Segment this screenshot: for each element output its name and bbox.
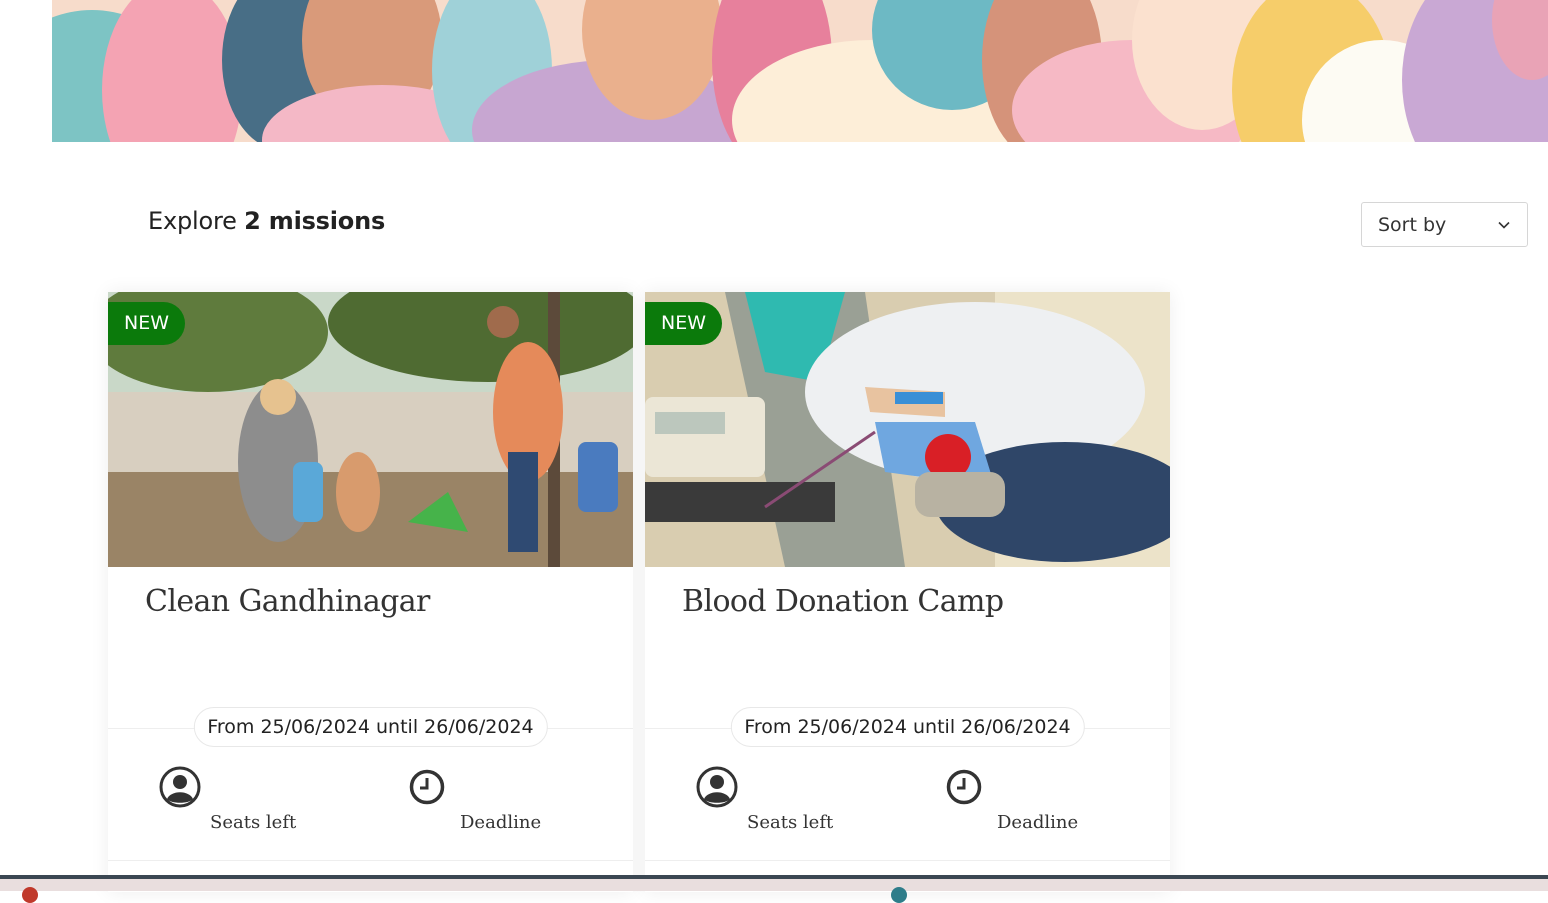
mission-card[interactable]: NEW Blood Donation Camp From 25/06/2024 …: [645, 292, 1170, 892]
mission-date-range: From 25/06/2024 until 26/06/2024: [193, 707, 548, 747]
deadline-label: Deadline: [460, 812, 542, 833]
seats-left-label: Seats left: [747, 812, 834, 833]
user-icon: [159, 766, 201, 808]
app-icon[interactable]: [22, 887, 38, 903]
mission-card[interactable]: NEW Clean Gandhinagar From 25/06/2024 un…: [108, 292, 633, 892]
mission-title[interactable]: Blood Donation Camp: [682, 584, 1004, 619]
new-badge: NEW: [108, 302, 186, 345]
sort-by-dropdown[interactable]: Sort by: [1361, 202, 1528, 247]
divider: [108, 860, 633, 861]
mission-title[interactable]: Clean Gandhinagar: [145, 584, 430, 619]
divider: [645, 860, 1170, 861]
deadline-label: Deadline: [997, 812, 1079, 833]
banner-illustration: [52, 0, 1548, 142]
explore-heading: Explore 2 missions: [148, 207, 385, 235]
app-icon[interactable]: [891, 887, 907, 903]
user-icon: [696, 766, 738, 808]
mission-date-range: From 25/06/2024 until 26/06/2024: [730, 707, 1085, 747]
mission-count: 2 missions: [244, 207, 386, 235]
mission-image: [108, 292, 633, 567]
mission-image: [645, 292, 1170, 567]
new-badge: NEW: [645, 302, 723, 345]
explore-prefix: Explore: [148, 207, 237, 235]
clock-icon: [946, 769, 982, 805]
clock-icon: [409, 769, 445, 805]
chevron-down-icon: [1498, 221, 1510, 229]
sort-by-label: Sort by: [1378, 213, 1447, 236]
taskbar-strip: [0, 875, 1548, 903]
seats-left-label: Seats left: [210, 812, 297, 833]
